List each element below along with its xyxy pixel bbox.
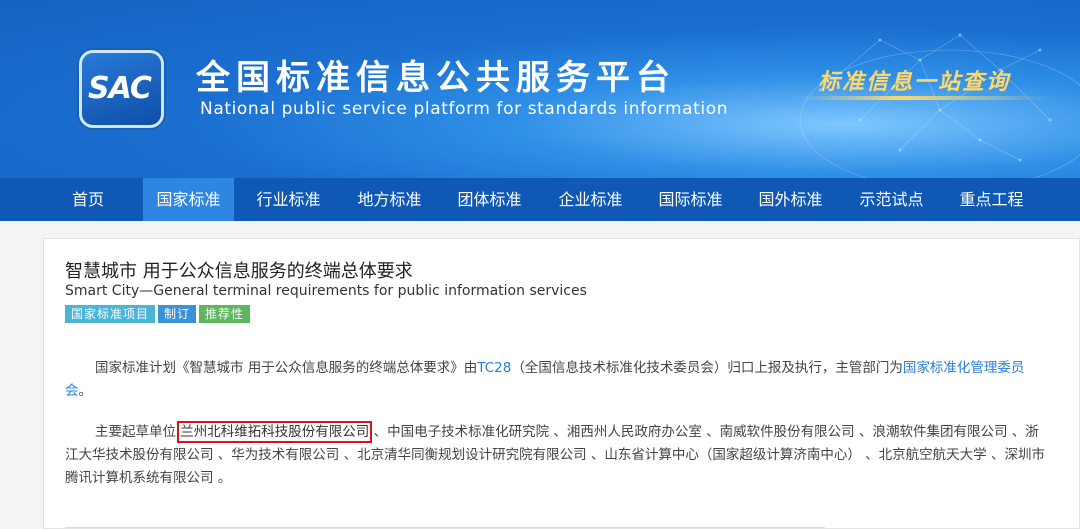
nav-item-pilot-demos[interactable]: 示范试点 [846, 178, 937, 221]
nav-item-enterprise-standards[interactable]: 企业标准 [545, 178, 636, 221]
sac-logo[interactable]: SAC [79, 50, 164, 128]
standard-title: 智慧城市 用于公众信息服务的终端总体要求 [65, 261, 413, 282]
plan-text-middle: （全国信息技术标准化技术委员会）归口上报及执行，主管部门为 [511, 360, 903, 376]
plan-text-prefix: 国家标准计划《智慧城市 用于公众信息服务的终端总体要求》由 [95, 360, 478, 376]
site-banner: SAC 全国标准信息公共服务平台 National public service… [0, 0, 1080, 178]
site-title: 全国标准信息公共服务平台 [196, 58, 676, 98]
nav-item-local-standards[interactable]: 地方标准 [344, 178, 435, 221]
site-subtitle: National public service platform for sta… [200, 99, 729, 119]
nav-item-key-projects[interactable]: 重点工程 [946, 178, 1037, 221]
standard-detail-panel: 智慧城市 用于公众信息服务的终端总体要求 Smart City—General … [43, 238, 1080, 529]
nav-item-home[interactable]: 首页 [58, 178, 118, 221]
divider [65, 527, 825, 528]
nav-item-international-standards[interactable]: 国际标准 [645, 178, 736, 221]
tc28-link[interactable]: TC28 [477, 360, 511, 376]
plan-paragraph: 国家标准计划《智慧城市 用于公众信息服务的终端总体要求》由TC28（全国信息技术… [65, 357, 1050, 403]
drafters-paragraph: 主要起草单位 兰州北科维拓科技股份有限公司 、中国电子技术标准化研究院 、湘西州… [65, 421, 1050, 490]
nav-item-national-standards[interactable]: 国家标准 [143, 178, 234, 221]
plan-text-suffix: 。 [78, 383, 93, 399]
tag-project-type: 国家标准项目 [65, 305, 156, 323]
nav-item-foreign-standards[interactable]: 国外标准 [745, 178, 836, 221]
logo-text: SAC [88, 71, 152, 106]
main-nav: 首页 国家标准 行业标准 地方标准 团体标准 企业标准 国际标准 国外标准 示范… [0, 178, 1080, 221]
slogan-underline [800, 96, 1050, 100]
nav-item-industry-standards[interactable]: 行业标准 [243, 178, 334, 221]
tag-status: 制订 [158, 305, 197, 323]
slogan: 标准信息一站查询 [818, 69, 1011, 95]
tag-nature: 推荐性 [199, 305, 251, 323]
drafters-prefix: 主要起草单位 [95, 424, 181, 440]
nav-item-group-standards[interactable]: 团体标准 [444, 178, 535, 221]
standard-tags: 国家标准项目 制订 推荐性 [65, 303, 253, 323]
highlighted-drafter: 兰州北科维拓科技股份有限公司 [177, 421, 373, 443]
standard-title-en: Smart City—General terminal requirements… [65, 283, 587, 299]
